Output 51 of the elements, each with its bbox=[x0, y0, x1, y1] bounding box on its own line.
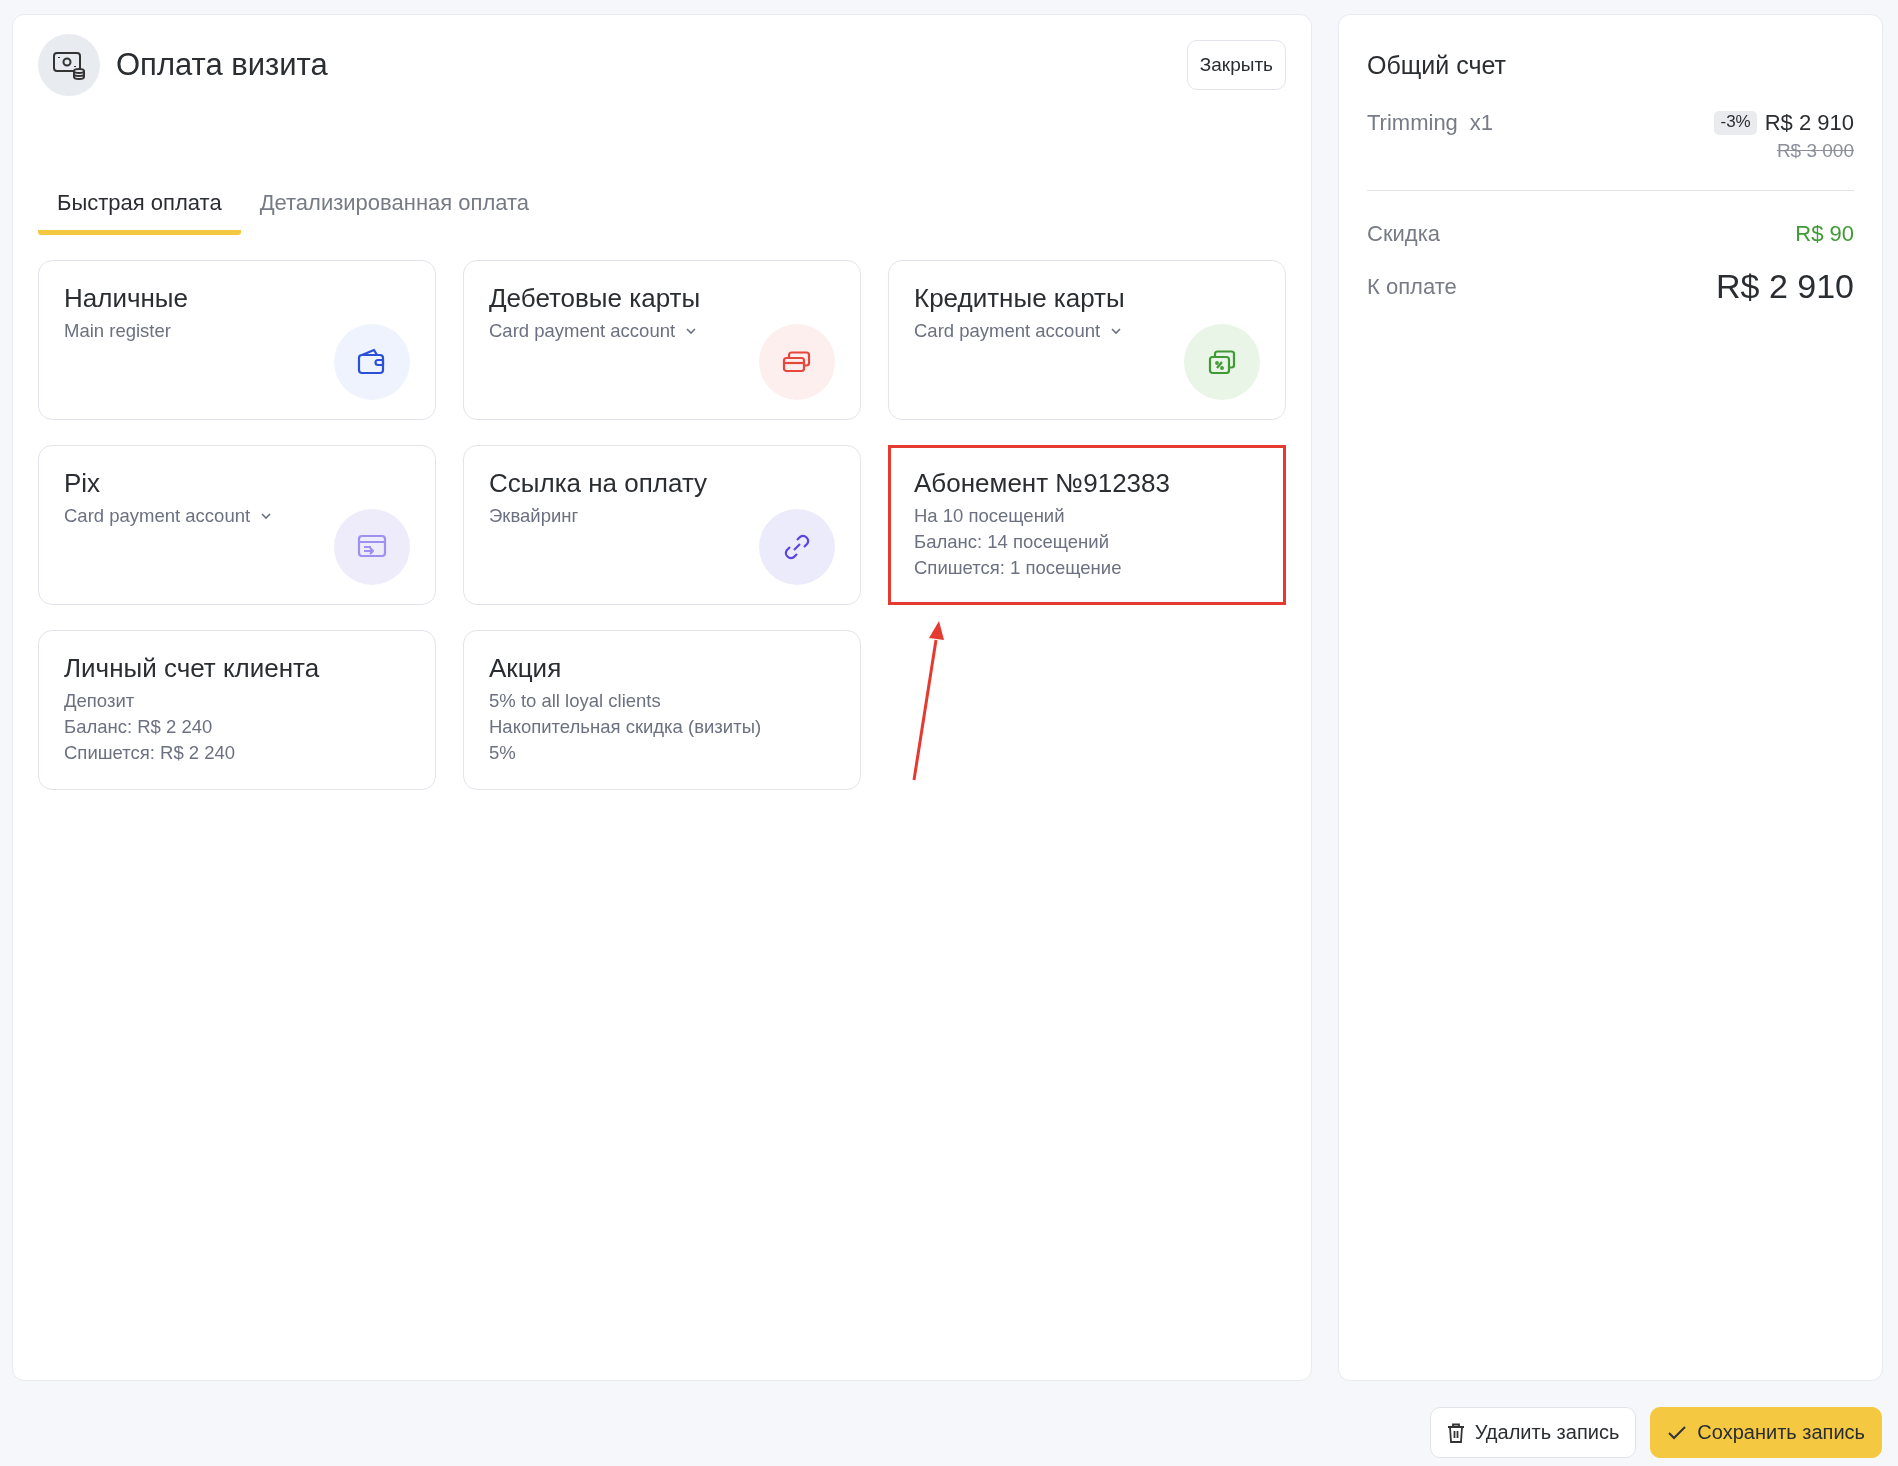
card-title: Акция bbox=[489, 653, 563, 684]
card-subtitle: Card payment account bbox=[64, 504, 251, 528]
service-name: Trimming bbox=[1367, 110, 1458, 137]
card-title: Личный счет клиента bbox=[64, 653, 321, 684]
payment-method-card[interactable]: Ссылка на оплату Эквайринг bbox=[463, 445, 861, 605]
total-value: R$ 2 910 bbox=[1716, 267, 1854, 306]
total-label: К оплате bbox=[1367, 273, 1457, 300]
card-subtitle: Спишется: R$ 2 240 bbox=[64, 741, 236, 765]
tab[interactable]: Детализированная оплата bbox=[240, 176, 549, 235]
card-subtitle: Баланс: R$ 2 240 bbox=[64, 715, 213, 739]
card-subtitle: Накопительная скидка (визиты) bbox=[489, 715, 762, 739]
card-subtitle: Баланс: 14 посещений bbox=[914, 530, 1109, 554]
card-title: Абонемент №912383 bbox=[914, 468, 1171, 499]
trash-icon bbox=[1446, 1422, 1465, 1443]
check-icon bbox=[1667, 1424, 1688, 1441]
card-subtitle: На 10 посещений bbox=[914, 504, 1065, 528]
price: R$ 2 910 bbox=[1764, 110, 1854, 136]
card-subtitle: Card payment account bbox=[489, 319, 676, 343]
card-title: Кредитные карты bbox=[914, 283, 1126, 314]
discount-value: R$ 90 bbox=[1795, 221, 1854, 247]
old-price: R$ 3 000 bbox=[1776, 140, 1854, 162]
save-button[interactable]: Сохранить запись bbox=[1650, 1407, 1882, 1458]
payment-method-card[interactable]: Дебетовые карты Card payment account bbox=[463, 260, 861, 420]
card-subtitle: 5% to all loyal clients bbox=[489, 689, 661, 713]
summary-title: Общий счет bbox=[1367, 51, 1507, 80]
chevron-down-icon[interactable] bbox=[1110, 327, 1123, 335]
quantity: x1 bbox=[1469, 110, 1494, 137]
discount-label: Скидка bbox=[1367, 221, 1440, 247]
page-title: Оплата визита bbox=[116, 47, 329, 83]
payment-method-card[interactable]: Акция 5% to all loyal clients Накопительная скидка (визиты) 5% bbox=[463, 630, 861, 790]
payment-method-card[interactable]: Личный счет клиента Депозит Баланс: R$ 2 240 Спишется: R$ 2 240 bbox=[38, 630, 436, 790]
card-subtitle: Card payment account bbox=[914, 319, 1101, 343]
card-title: Наличные bbox=[64, 283, 189, 314]
chevron-down-icon[interactable] bbox=[260, 512, 273, 520]
card-subtitle: 5% bbox=[489, 741, 516, 765]
card-title: Дебетовые карты bbox=[489, 283, 702, 314]
close-button[interactable]: Закрыть bbox=[1186, 40, 1286, 90]
card-subtitle: Main register bbox=[64, 319, 171, 343]
tab[interactable]: Быстрая оплата bbox=[38, 176, 241, 235]
card-title: Ссылка на оплату bbox=[489, 468, 709, 499]
delete-button[interactable]: Удалить запись bbox=[1429, 1407, 1637, 1458]
chevron-down-icon[interactable] bbox=[685, 327, 698, 335]
card-subtitle: Спишется: 1 посещение bbox=[914, 556, 1122, 580]
payment-method-card[interactable]: Pix Card payment account bbox=[38, 445, 436, 605]
discount-badge: -3% bbox=[1714, 111, 1757, 135]
card-subtitle: Депозит bbox=[64, 689, 135, 713]
payment-method-card[interactable]: Наличные Main register bbox=[38, 260, 436, 420]
card-subtitle: Эквайринг bbox=[489, 504, 579, 528]
card-title: Pix bbox=[64, 468, 102, 499]
payment-method-card[interactable]: Абонемент №912383 На 10 посещений Баланс: 14 посещений Спишется: 1 посещение bbox=[888, 445, 1286, 605]
payment-method-card[interactable]: Кредитные карты Card payment account bbox=[888, 260, 1286, 420]
